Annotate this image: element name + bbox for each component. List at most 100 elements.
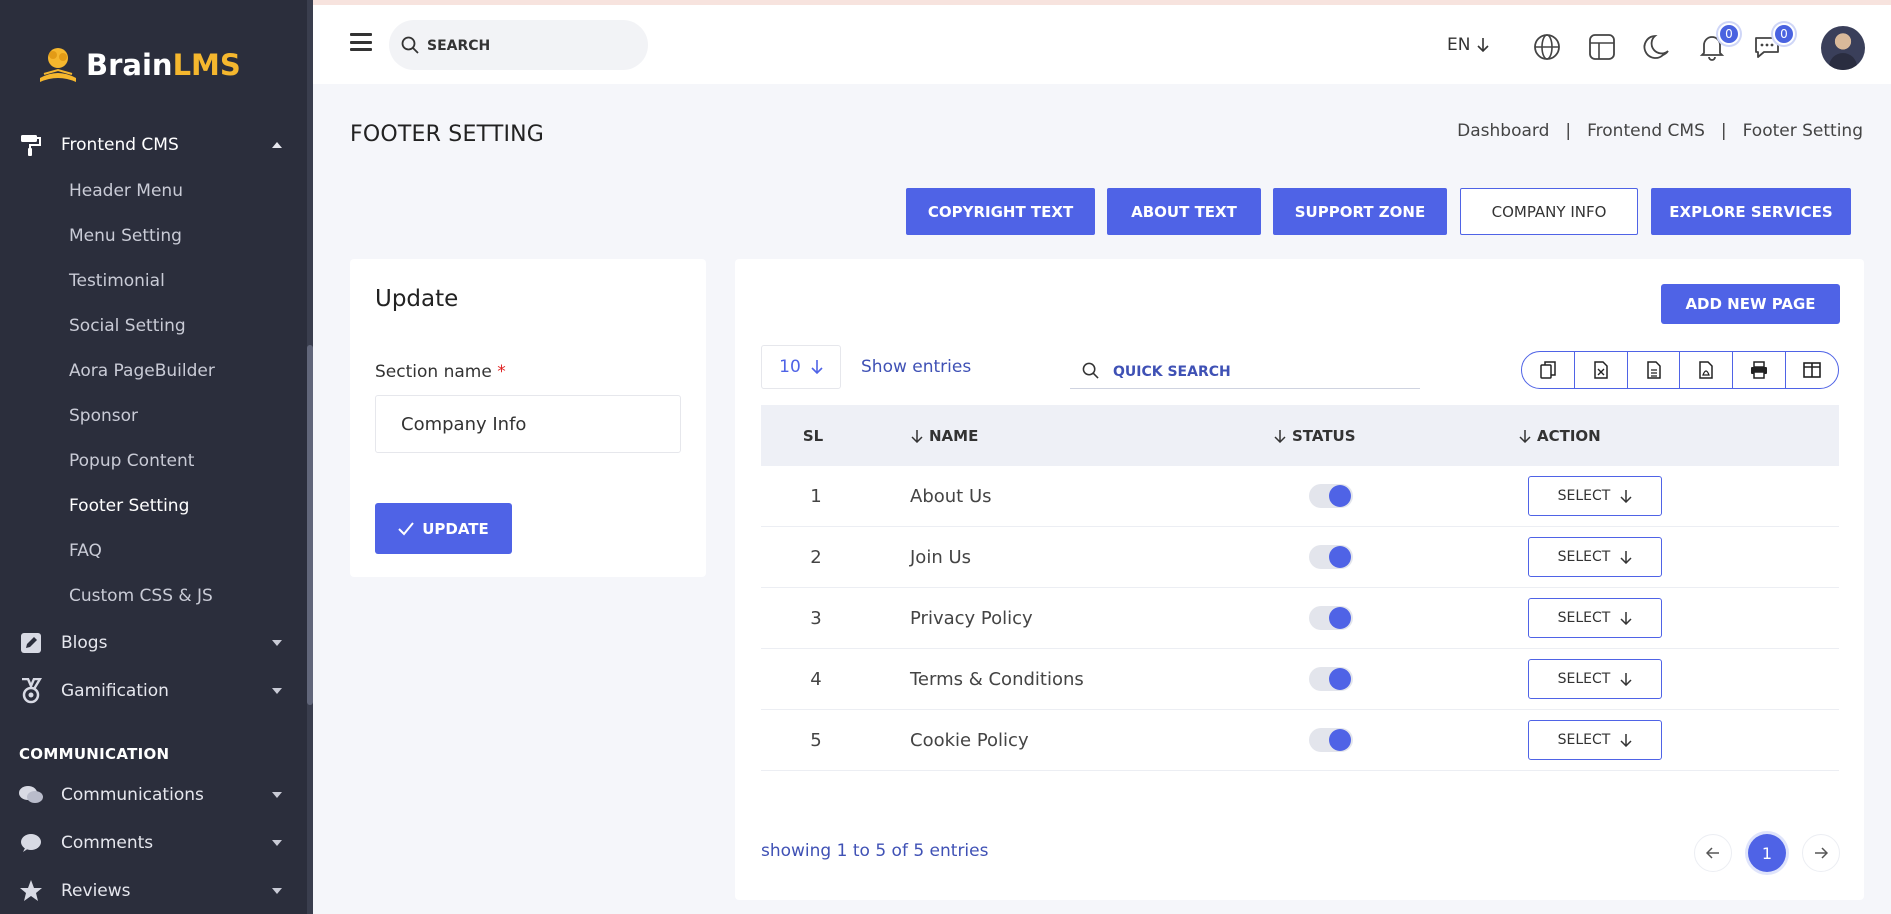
column-header-action[interactable]: ACTION [1519, 427, 1601, 445]
edit-icon [18, 630, 44, 656]
select-label: SELECT [1557, 671, 1611, 687]
sidebar-item-sponsor[interactable]: Sponsor [69, 401, 138, 431]
paint-roller-icon [18, 132, 44, 158]
medal-icon [18, 678, 44, 704]
sidebar-item-faq[interactable]: FAQ [69, 536, 102, 566]
quick-search[interactable] [1070, 353, 1420, 389]
arrow-down-icon [811, 360, 823, 375]
notifications-bell-icon[interactable]: 0 [1696, 23, 1740, 63]
row-name: Terms & Conditions [910, 668, 1084, 690]
page-title: FOOTER SETTING [350, 122, 545, 147]
status-toggle[interactable] [1309, 484, 1353, 508]
language-selector[interactable]: EN [1447, 35, 1490, 55]
sidebar-item-popup-content[interactable]: Popup Content [69, 446, 194, 476]
arrow-down-icon [1477, 38, 1490, 53]
row-status [1283, 606, 1528, 630]
brand-logo[interactable]: Brain LMS [36, 44, 241, 86]
status-toggle[interactable] [1309, 545, 1353, 569]
status-toggle[interactable] [1309, 606, 1353, 630]
tab-company-info[interactable]: COMPANY INFO [1460, 188, 1638, 235]
sidebar-item-testimonial[interactable]: Testimonial [69, 266, 165, 296]
quick-search-input[interactable] [1113, 361, 1393, 380]
brand-name-part2: LMS [172, 48, 241, 82]
required-mark: * [497, 362, 506, 382]
sidebar-item-menu-setting[interactable]: Menu Setting [69, 221, 182, 251]
tab-copyright-text[interactable]: COPYRIGHT TEXT [906, 188, 1095, 235]
column-header-sl[interactable]: SL [761, 427, 865, 445]
status-toggle[interactable] [1309, 728, 1353, 752]
column-header-action-label: ACTION [1537, 426, 1601, 445]
page-number-button[interactable]: 1 [1748, 834, 1786, 872]
tab-explore-services[interactable]: EXPLORE SERVICES [1651, 188, 1851, 235]
sidebar-scrollbar[interactable] [307, 0, 313, 914]
table-row: 1 About Us SELECT [761, 466, 1839, 527]
sidebar-item-label: Comments [61, 833, 154, 853]
show-entries-label: Show entries [861, 357, 972, 377]
status-toggle[interactable] [1309, 667, 1353, 691]
sidebar-item-aora-pagebuilder[interactable]: Aora PageBuilder [69, 356, 215, 386]
column-header-name[interactable]: NAME [865, 427, 1274, 445]
sidebar-item-footer-setting[interactable]: Footer Setting [69, 491, 189, 521]
table-header-row: SL NAME STATUS ACTION [761, 405, 1839, 466]
sort-arrow-icon [1519, 429, 1531, 443]
entries-value: 10 [779, 357, 801, 377]
breadcrumb-frontend-cms[interactable]: Frontend CMS [1587, 121, 1705, 141]
search-input[interactable] [427, 36, 627, 54]
tab-support-zone[interactable]: SUPPORT ZONE [1273, 188, 1447, 235]
select-label: SELECT [1557, 549, 1611, 565]
sidebar: Brain LMS Frontend CMS Header Menu Menu S… [0, 0, 313, 914]
row-sl: 5 [810, 729, 822, 751]
section-name-label: Section name * [375, 362, 506, 382]
select-action-button[interactable]: SELECT [1528, 476, 1662, 516]
select-action-button[interactable]: SELECT [1528, 659, 1662, 699]
prev-page-button[interactable] [1694, 834, 1732, 872]
dark-mode-moon-icon[interactable] [1641, 31, 1673, 63]
chevron-down-icon [272, 688, 282, 694]
select-label: SELECT [1557, 610, 1611, 626]
breadcrumb-dashboard[interactable]: Dashboard [1457, 121, 1549, 141]
sidebar-item-header-menu[interactable]: Header Menu [69, 176, 183, 206]
tab-about-text[interactable]: ABOUT TEXT [1107, 188, 1261, 235]
sidebar-item-custom-css-js[interactable]: Custom CSS & JS [69, 581, 213, 611]
row-name: Join Us [910, 546, 972, 568]
brain-logo-icon [40, 48, 76, 82]
sidebar-item-frontend-cms[interactable]: Frontend CMS [0, 125, 300, 165]
sidebar-item-gamification[interactable]: Gamification [0, 671, 300, 711]
sidebar-item-social-setting[interactable]: Social Setting [69, 311, 186, 341]
entries-per-page-select[interactable]: 10 [761, 345, 841, 389]
globe-icon[interactable] [1531, 31, 1563, 63]
column-header-status[interactable]: STATUS [1274, 427, 1519, 445]
arrow-left-icon [1706, 847, 1719, 859]
global-search[interactable] [389, 20, 648, 70]
next-page-button[interactable] [1802, 834, 1840, 872]
notifications-badge: 0 [1718, 23, 1740, 45]
add-new-page-button[interactable]: ADD NEW PAGE [1661, 284, 1840, 324]
select-action-button[interactable]: SELECT [1528, 598, 1662, 638]
update-form-card: Update Section name * UPDATE [350, 259, 706, 577]
csv-export-icon[interactable] [1628, 352, 1681, 388]
excel-export-icon[interactable] [1575, 352, 1628, 388]
columns-icon[interactable] [1786, 352, 1838, 388]
sidebar-item-communications[interactable]: Communications [0, 775, 300, 815]
search-icon [401, 36, 419, 54]
select-action-button[interactable]: SELECT [1528, 720, 1662, 760]
layout-icon[interactable] [1586, 31, 1618, 63]
sidebar-item-reviews[interactable]: Reviews [0, 871, 300, 911]
messages-icon[interactable]: 0 [1751, 23, 1795, 63]
sidebar-item-blogs[interactable]: Blogs [0, 623, 300, 663]
copy-icon[interactable] [1522, 352, 1575, 388]
hamburger-menu-icon[interactable] [350, 33, 372, 51]
row-sl: 4 [810, 668, 822, 690]
chat-bubbles-icon [18, 782, 44, 808]
user-avatar[interactable] [1821, 26, 1865, 70]
print-icon[interactable] [1733, 352, 1787, 388]
sidebar-scrollbar-thumb[interactable] [307, 345, 313, 705]
update-button[interactable]: UPDATE [375, 503, 512, 554]
breadcrumb-footer-setting: Footer Setting [1742, 121, 1863, 141]
sidebar-item-comments[interactable]: Comments [0, 823, 300, 863]
select-label: SELECT [1557, 488, 1611, 504]
pdf-export-icon[interactable] [1680, 352, 1734, 388]
brand-name-part1: Brain [86, 48, 173, 82]
select-action-button[interactable]: SELECT [1528, 537, 1662, 577]
section-name-input[interactable] [375, 395, 681, 453]
